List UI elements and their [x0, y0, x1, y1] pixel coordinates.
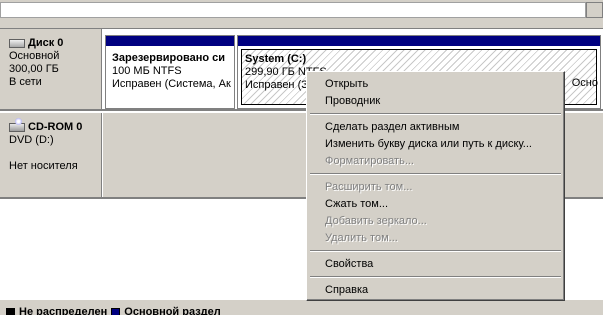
legend: Не распределен Основной раздел [6, 306, 221, 315]
menu-item-extend-volume: Расширить том... [325, 181, 413, 193]
menu-item-open[interactable]: Открыть [325, 76, 368, 92]
disk-name: Диск 0 [28, 37, 64, 49]
cd-drive-icon [9, 118, 25, 132]
menu-separator [310, 250, 561, 252]
disk-status: Нет носителя [9, 160, 78, 172]
menu-item-add-mirror: Добавить зеркало... [325, 215, 427, 227]
menu-separator [310, 173, 561, 175]
partition-name: System (C:) [245, 53, 307, 65]
menu-item-shrink-volume[interactable]: Сжать том... [325, 196, 388, 212]
context-menu: Открыть Проводник Сделать раздел активны… [306, 71, 565, 301]
partition-type-bar [106, 36, 234, 46]
partition-status-tail: Осно [571, 77, 598, 89]
partition-status: Исправен (Система, Ак [112, 78, 231, 90]
menu-item-properties[interactable]: Свойства [325, 256, 373, 272]
scrollbar-track[interactable] [0, 2, 586, 18]
menu-separator [310, 276, 561, 278]
menu-separator [310, 113, 561, 115]
menu-item-mark-active[interactable]: Сделать раздел активным [325, 119, 459, 135]
menu-item-explore[interactable]: Проводник [325, 93, 380, 109]
disk-label-cdrom0[interactable]: CD-ROM 0 DVD (D:) Нет носителя [0, 113, 102, 197]
partition-system-reserved[interactable]: Зарезервировано си 100 МБ NTFS Исправен … [105, 35, 235, 109]
disk-size: 300,00 ГБ [9, 63, 59, 75]
partition-size: 100 МБ NTFS [112, 65, 182, 77]
unallocated-swatch [6, 307, 15, 315]
menu-item-change-drive-letter[interactable]: Изменить букву диска или путь к диску... [325, 136, 532, 152]
disk-status: В сети [9, 76, 42, 88]
primary-partition-swatch [111, 307, 121, 315]
hard-disk-icon [9, 39, 25, 48]
partition-name: Зарезервировано си [112, 52, 226, 64]
disk-label-disk0[interactable]: Диск 0 Основной 300,00 ГБ В сети [0, 29, 102, 109]
horizontal-scrollbar[interactable] [0, 0, 603, 20]
disk-name: CD-ROM 0 [28, 121, 83, 133]
menu-item-delete-volume: Удалить том... [325, 232, 398, 244]
disk-title: CD-ROM 0 [9, 118, 101, 134]
disk-title: Диск 0 [9, 37, 101, 50]
partition-info: Зарезервировано си 100 МБ NTFS Исправен … [109, 49, 231, 105]
disk-type: Основной [9, 50, 60, 62]
menu-item-help[interactable]: Справка [325, 282, 368, 298]
menu-item-format: Форматировать... [325, 155, 414, 167]
legend-primary: Основной раздел [124, 306, 221, 315]
scroll-right-button[interactable] [586, 2, 603, 18]
disk-type: DVD (D:) [9, 134, 54, 146]
partition-type-bar [238, 36, 600, 46]
legend-bar: Не распределен Основной раздел [0, 300, 603, 315]
legend-unallocated: Не распределен [19, 306, 108, 315]
